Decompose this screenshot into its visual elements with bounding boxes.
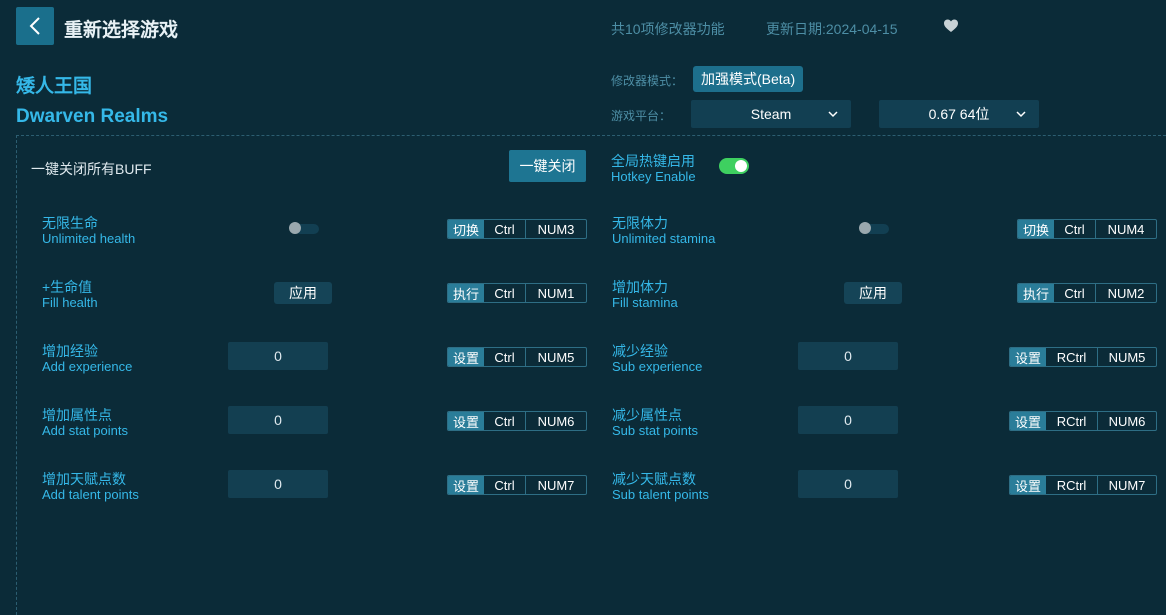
feature-label-en: Sub talent points xyxy=(612,487,709,502)
hotkey-modifier: Ctrl xyxy=(1054,284,1096,302)
hotkey-key: NUM1 xyxy=(537,285,575,301)
feature-label-en: Unlimited health xyxy=(42,231,136,246)
close-all-label: 一键关闭所有BUFF xyxy=(31,161,152,177)
hotkey-action: 设置 xyxy=(448,348,484,366)
game-name-en: Dwarven Realms xyxy=(16,106,169,127)
platform-value: Steam xyxy=(750,106,792,122)
mode-label: 修改器模式： xyxy=(611,74,684,88)
hotkey-key: NUM7 xyxy=(537,477,575,493)
heart-icon[interactable] xyxy=(943,18,959,34)
platform-select[interactable]: Steam xyxy=(691,100,851,128)
hotkey-key: NUM7 xyxy=(1108,477,1146,493)
toggle-knob xyxy=(859,222,871,234)
chevron-down-icon xyxy=(1016,111,1026,118)
feature-label-cn: 减少经验 xyxy=(612,343,668,359)
fill-health-apply-button[interactable]: 应用 xyxy=(274,282,332,304)
hotkey-modifier: Ctrl xyxy=(484,476,526,494)
toggle-knob xyxy=(289,222,301,234)
add-experience-input[interactable]: 0 xyxy=(228,342,328,370)
feature-label-cn: +生命值 xyxy=(42,279,93,295)
feature-label-en: Unlimited stamina xyxy=(612,231,716,246)
hotkey-modifier: RCtrl xyxy=(1046,412,1098,430)
game-name-cn: 矮人王国 xyxy=(16,76,93,97)
hotkey-action: 切换 xyxy=(1018,220,1054,238)
feature-label-en: Fill stamina xyxy=(612,295,678,310)
sub-stat-points-input[interactable]: 0 xyxy=(798,406,898,434)
feature-count: 共10项修改器功能 xyxy=(611,21,725,37)
hotkey-modifier: Ctrl xyxy=(484,412,526,430)
hotkey-add-experience[interactable]: 设置 Ctrl NUM5 xyxy=(447,347,587,367)
close-all-button[interactable]: 一键关闭 xyxy=(509,150,586,182)
feature-label-en: Add talent points xyxy=(42,487,139,502)
hotkey-modifier: RCtrl xyxy=(1046,348,1098,366)
hotkey-action: 设置 xyxy=(448,412,484,430)
feature-label-cn: 增加属性点 xyxy=(42,407,112,423)
chevron-down-icon xyxy=(828,111,838,118)
hotkey-enable-label-en: Hotkey Enable xyxy=(611,169,696,184)
back-button[interactable] xyxy=(16,7,54,45)
hotkey-action: 设置 xyxy=(448,476,484,494)
hotkey-key: NUM2 xyxy=(1107,285,1145,301)
feature-label-cn: 增加天赋点数 xyxy=(42,471,126,487)
hotkey-action: 设置 xyxy=(1010,476,1046,494)
hotkey-enable-label-cn: 全局热键启用 xyxy=(611,153,695,169)
hotkey-key: NUM5 xyxy=(537,349,575,365)
sub-experience-input[interactable]: 0 xyxy=(798,342,898,370)
hotkey-action: 执行 xyxy=(448,284,484,302)
sub-talent-points-input[interactable]: 0 xyxy=(798,470,898,498)
hotkey-key: NUM3 xyxy=(537,221,575,237)
feature-label-cn: 无限体力 xyxy=(612,215,668,231)
feature-label-cn: 增加经验 xyxy=(42,343,98,359)
hotkey-action: 执行 xyxy=(1018,284,1054,302)
hotkey-key: NUM4 xyxy=(1107,221,1145,237)
hotkey-key: NUM6 xyxy=(1108,413,1146,429)
feature-label-cn: 增加体力 xyxy=(612,279,668,295)
feature-label-cn: 减少天赋点数 xyxy=(612,471,696,487)
feature-label-en: Add stat points xyxy=(42,423,128,438)
hotkey-add-talent-points[interactable]: 设置 Ctrl NUM7 xyxy=(447,475,587,495)
hotkey-modifier: Ctrl xyxy=(1054,220,1096,238)
hotkey-key: NUM6 xyxy=(537,413,575,429)
features-panel xyxy=(16,135,1166,615)
feature-label-en: Sub experience xyxy=(612,359,703,374)
hotkey-add-stat-points[interactable]: 设置 Ctrl NUM6 xyxy=(447,411,587,431)
hotkey-unlimited-stamina[interactable]: 切换 Ctrl NUM4 xyxy=(1017,219,1157,239)
hotkey-modifier: Ctrl xyxy=(484,348,526,366)
hotkey-fill-stamina[interactable]: 执行 Ctrl NUM2 xyxy=(1017,283,1157,303)
version-value: 0.67 64位 xyxy=(928,106,990,122)
platform-label: 游戏平台： xyxy=(611,109,672,123)
mode-select[interactable]: 加强模式(Beta) xyxy=(693,66,804,92)
hotkey-action: 设置 xyxy=(1010,412,1046,430)
hotkey-fill-health[interactable]: 执行 Ctrl NUM1 xyxy=(447,283,587,303)
page-title[interactable]: 重新选择游戏 xyxy=(64,15,178,42)
feature-label-en: Fill health xyxy=(42,295,98,310)
add-talent-points-input[interactable]: 0 xyxy=(228,470,328,498)
feature-label-cn: 无限生命 xyxy=(42,215,98,231)
hotkey-sub-stat-points[interactable]: 设置 RCtrl NUM6 xyxy=(1009,411,1157,431)
update-date: 更新日期:2024-04-15 xyxy=(766,21,898,37)
hotkey-action: 切换 xyxy=(448,220,484,238)
version-select[interactable]: 0.67 64位 xyxy=(879,100,1039,128)
feature-label-cn: 减少属性点 xyxy=(612,407,682,423)
unlimited-stamina-toggle[interactable] xyxy=(859,221,889,235)
unlimited-health-toggle[interactable] xyxy=(289,221,319,235)
hotkey-action: 设置 xyxy=(1010,348,1046,366)
hotkey-modifier: RCtrl xyxy=(1046,476,1098,494)
hotkey-sub-talent-points[interactable]: 设置 RCtrl NUM7 xyxy=(1009,475,1157,495)
hotkey-unlimited-health[interactable]: 切换 Ctrl NUM3 xyxy=(447,219,587,239)
hotkey-sub-experience[interactable]: 设置 RCtrl NUM5 xyxy=(1009,347,1157,367)
feature-label-en: Sub stat points xyxy=(612,423,698,438)
hotkey-modifier: Ctrl xyxy=(484,220,526,238)
feature-label-en: Add experience xyxy=(42,359,133,374)
hotkey-modifier: Ctrl xyxy=(484,284,526,302)
hotkey-key: NUM5 xyxy=(1108,349,1146,365)
fill-stamina-apply-button[interactable]: 应用 xyxy=(844,282,902,304)
chevron-left-icon xyxy=(29,17,40,35)
hotkey-enable-toggle[interactable] xyxy=(719,158,749,174)
toggle-knob xyxy=(735,160,747,172)
add-stat-points-input[interactable]: 0 xyxy=(228,406,328,434)
